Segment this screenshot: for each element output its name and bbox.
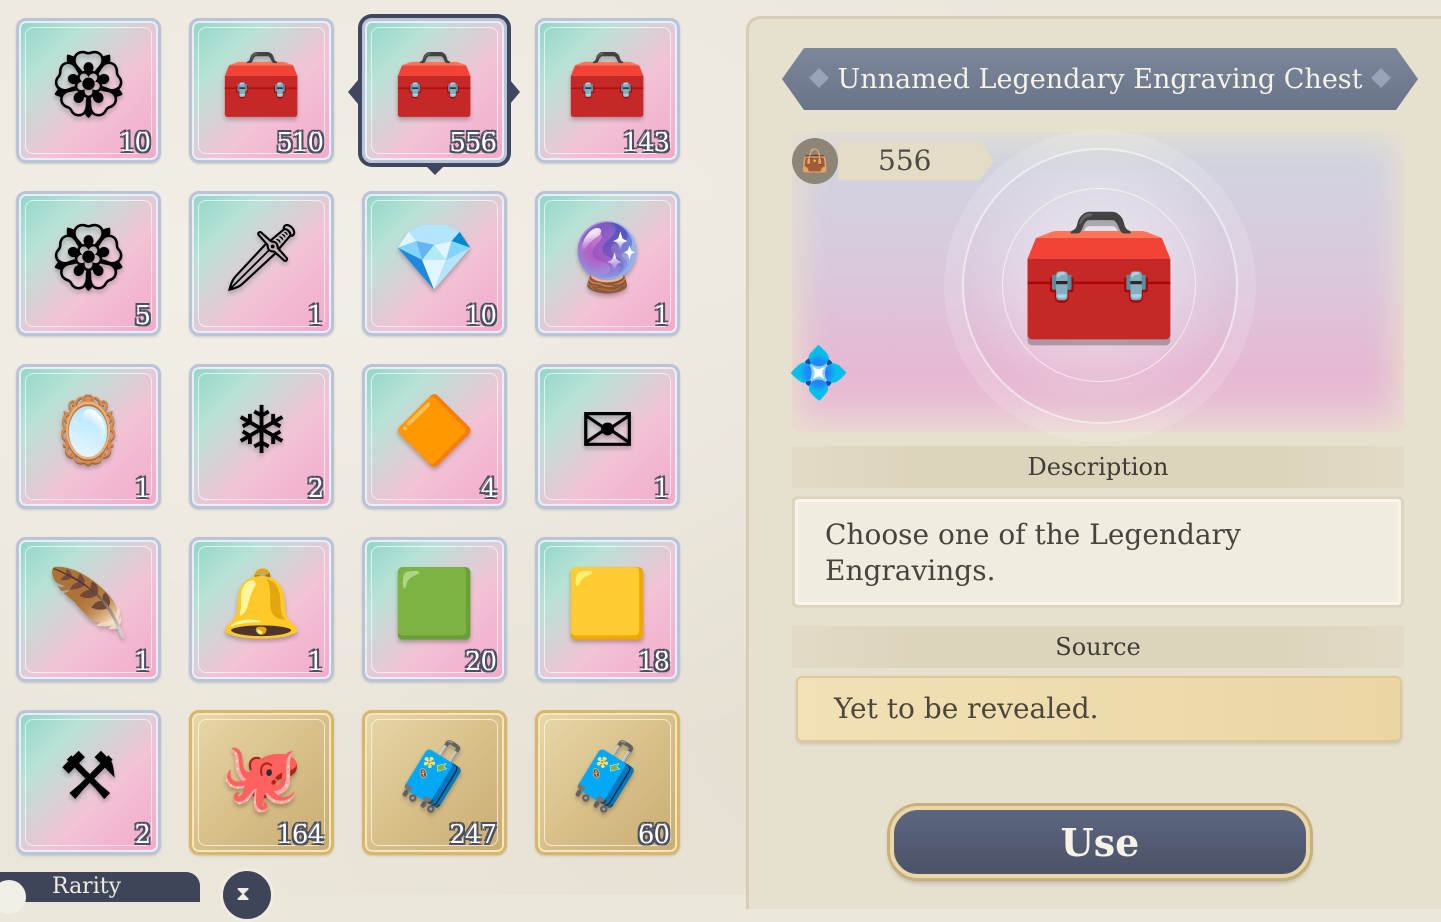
golden-bell-icon: 🔔 [220,564,303,642]
item-count: 2 [307,474,324,504]
silver-chest-icon: 🧳 [566,737,649,815]
item-count: 556 [449,128,497,158]
description-text: Choose one of the Legendary Engravings. [792,496,1404,608]
selection-marker-down [425,165,445,175]
item-count: 60 [637,820,670,850]
item-count: 247 [449,820,497,850]
item-count: 164 [276,820,324,850]
inventory-slot[interactable]: 🗡 1 [189,191,334,336]
rarity-badge-icon: 💠 [787,343,851,402]
inventory-slot[interactable]: 🔮 1 [535,191,680,336]
treasure-chest-icon: 🧰 [220,45,303,123]
ornament-charm-icon: 🏵 [46,218,131,296]
inventory-slot[interactable]: 🏵 10 [16,18,161,163]
item-count: 143 [622,128,670,158]
silver-chest-icon: 🧳 [393,737,476,815]
anvil-icon: ⚒ [58,737,119,815]
treasure-chest-icon: 🧰 [566,45,649,123]
rarity-filter-label: Rarity [52,874,122,899]
feather-quill-icon: 🪶 [47,564,130,642]
bag-icon: 👜 [792,138,838,184]
item-count: 1 [134,647,151,677]
inventory-slot[interactable]: 🧳 247 [362,710,507,855]
item-count: 20 [464,647,497,677]
octopus-dish-icon: 🐙 [220,737,303,815]
use-button[interactable]: Use [890,806,1310,878]
item-count: 1 [653,474,670,504]
gold-gem-cube-icon: 🟨 [566,564,649,642]
sealed-letter-icon: ✉ [579,391,636,469]
treasure-chest-icon: 🧰 [1018,199,1180,351]
item-count: 18 [637,647,670,677]
gem-box-icon: 💎 [393,218,476,296]
inventory-slot[interactable]: 🟨 18 [535,537,680,682]
source-header: Source [792,626,1404,668]
inventory-slot[interactable]: 🐙 164 [189,710,334,855]
inventory-slot[interactable]: 🧰 510 [189,18,334,163]
item-count: 2 [134,820,151,850]
item-count: 5 [134,301,151,331]
item-count: 1 [307,647,324,677]
item-count: 4 [480,474,497,504]
sort-button[interactable]: ⧗ [220,868,274,922]
inventory-slot[interactable]: 🟩 20 [362,537,507,682]
golden-orb-icon: 🔮 [566,218,649,296]
inventory-slot[interactable]: 💎 10 [362,191,507,336]
selection-marker-left [348,80,358,104]
treasure-chest-icon: 🧰 [393,45,476,123]
crystal-flower-icon: ❄ [233,391,290,469]
inventory-grid: 🏵 10 🧰 510 🧰 556 🧰 143 🏵 5 🗡 1 💎 10 🔮 1 🪞 1 ❄ 2 🔶 4 ✉ 1 🪶 1 🔔 1 🟩 20 🟨… [16,18,680,855]
item-count: 10 [464,301,497,331]
inventory-slot[interactable]: 🪞 1 [16,364,161,509]
item-quantity: 556 [878,144,932,177]
item-title: Unnamed Legendary Engraving Chest [837,63,1363,95]
description-header: Description [792,446,1404,488]
magic-mirror-icon: 🪞 [47,391,130,469]
inventory-slot[interactable]: ⚒ 2 [16,710,161,855]
inventory-slot[interactable]: 🧰 143 [535,18,680,163]
item-count: 1 [653,301,670,331]
item-count: 1 [307,301,324,331]
item-count: 10 [118,128,151,158]
laurel-crystal-icon: 🔶 [393,391,476,469]
ornament-charm-icon: 🏵 [46,45,131,123]
inventory-slot[interactable]: 🧰 556 [362,18,507,163]
hourglass-icon: ⧗ [236,881,251,905]
inventory-slot[interactable]: 🪶 1 [16,537,161,682]
inventory-slot[interactable]: 🔔 1 [189,537,334,682]
green-gem-cube-icon: 🟩 [393,564,476,642]
inventory-slot[interactable]: 🧳 60 [535,710,680,855]
item-count: 1 [134,474,151,504]
inventory-slot[interactable]: ✉ 1 [535,364,680,509]
source-text: Yet to be revealed. [796,676,1402,742]
inventory-slot[interactable]: 🔶 4 [362,364,507,509]
selection-marker-right [510,80,520,104]
inventory-slot[interactable]: ❄ 2 [189,364,334,509]
crystal-dagger-icon: 🗡 [219,218,304,296]
item-count: 510 [276,128,324,158]
inventory-slot[interactable]: 🏵 5 [16,191,161,336]
